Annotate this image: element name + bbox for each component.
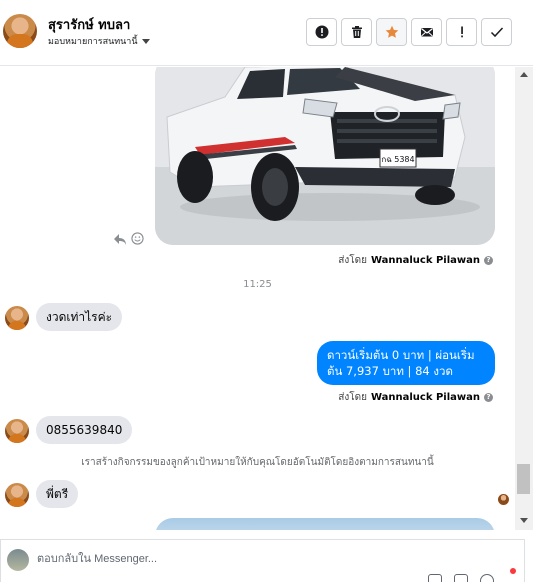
license-plate: กฉ 5384 (381, 155, 414, 164)
spam-button[interactable] (306, 18, 337, 46)
mark-unread-button[interactable] (411, 18, 442, 46)
sender-name: Wannaluck Pilawan (370, 392, 480, 403)
reply-composer (0, 539, 525, 582)
conversation-header: สุรารักษ์ ทบลา มอบหมายการสนทนานี้ (0, 0, 533, 66)
header-actions (306, 18, 512, 46)
avatar[interactable] (5, 419, 29, 443)
avatar[interactable] (5, 306, 29, 330)
avatar[interactable] (5, 483, 29, 507)
exclamation-circle-icon (315, 25, 328, 39)
checkmark-icon (490, 27, 503, 38)
exclamation-icon (460, 26, 463, 38)
done-button[interactable] (481, 18, 512, 46)
assign-label: มอบหมายการสนทนานี้ (48, 37, 138, 47)
star-icon (385, 25, 398, 38)
caret-down-icon (141, 38, 150, 44)
help-icon[interactable]: ? (484, 256, 493, 265)
trash-icon (351, 26, 362, 38)
reply-input[interactable] (37, 550, 337, 568)
sent-by-label: ส่งโดย Wannaluck Pilawan ? (338, 253, 493, 268)
assign-conversation-dropdown[interactable]: มอบหมายการสนทนานี้ (48, 34, 150, 48)
saved-reply-icon[interactable] (454, 574, 468, 582)
smiley-icon[interactable] (131, 232, 144, 245)
reply-icon[interactable] (113, 232, 127, 246)
scrollbar-thumb[interactable] (517, 464, 530, 494)
incoming-message[interactable]: งวดเท่าไรค่ะ (36, 303, 123, 331)
pickup-truck-image: กฉ 5384 (155, 67, 495, 245)
help-icon[interactable]: ? (484, 393, 493, 402)
incoming-message[interactable]: 0855639840 (36, 416, 133, 444)
scrollbar[interactable] (515, 67, 533, 530)
follow-up-button[interactable] (446, 18, 477, 46)
attachment-icon[interactable] (428, 574, 442, 582)
incoming-message[interactable]: พี่ตรี (36, 480, 79, 508)
timestamp: 11:25 (243, 279, 272, 290)
photo-message-partial[interactable] (155, 518, 495, 530)
page-avatar (7, 549, 29, 571)
scroll-up-arrow-icon[interactable] (520, 72, 528, 77)
message-thread[interactable]: กฉ 5384 ส่งโดย Wannaluck Pilawan ? 11:25… (0, 67, 533, 530)
notification-icon[interactable] (506, 568, 520, 582)
contact-name[interactable]: สุรารักษ์ ทบลา (48, 14, 130, 35)
car-photo-message[interactable]: กฉ 5384 (155, 67, 495, 245)
sent-by-prefix: ส่งโดย (338, 392, 367, 403)
envelope-icon (420, 28, 433, 37)
delete-button[interactable] (341, 18, 372, 46)
sent-by-label: ส่งโดย Wannaluck Pilawan ? (338, 390, 493, 405)
seen-indicator-avatar (498, 494, 509, 505)
sent-by-prefix: ส่งโดย (338, 255, 367, 266)
star-button[interactable] (376, 18, 407, 46)
outgoing-message[interactable]: ดาวน์เริ่มต้น 0 บาท | ผ่อนเริ่มต้น 7,937… (317, 341, 495, 385)
contact-avatar[interactable] (3, 14, 37, 48)
sender-name: Wannaluck Pilawan (370, 255, 480, 266)
scroll-down-arrow-icon[interactable] (520, 518, 528, 523)
emoji-icon[interactable] (480, 574, 494, 582)
composer-tools (428, 568, 520, 582)
system-note: เราสร้างกิจกรรมของลูกค้าเป้าหมายให้กับคุ… (81, 457, 434, 468)
